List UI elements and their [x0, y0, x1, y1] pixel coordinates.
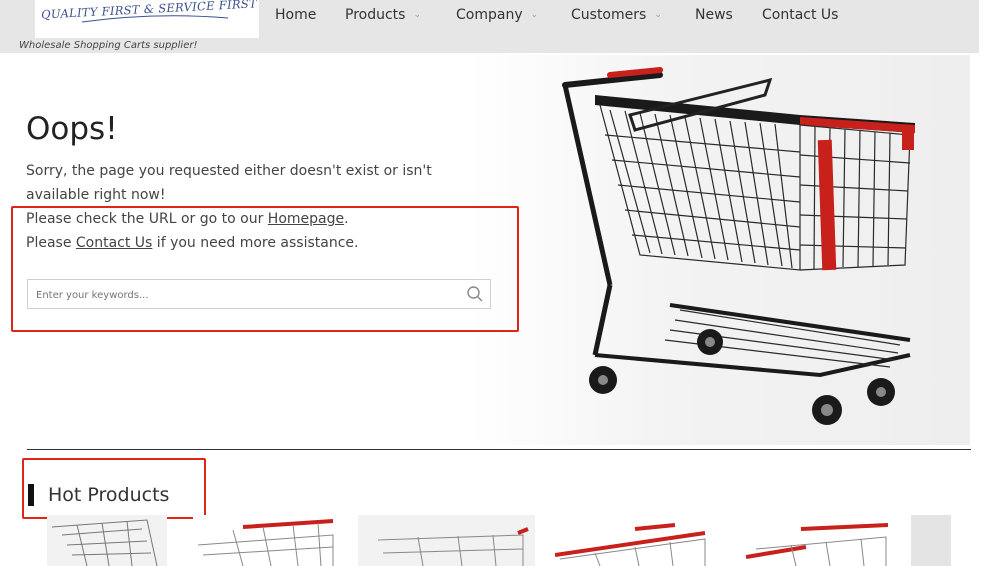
chevron-down-icon: ⌄: [654, 10, 662, 20]
nav-news-label: News: [695, 7, 733, 23]
cart-thumbnail-image: [555, 523, 706, 566]
nav-home-label: Home: [275, 7, 317, 23]
nav-home[interactable]: Home: [275, 7, 316, 23]
chevron-down-icon: ⌄: [530, 10, 539, 20]
nav-products-label: Products: [345, 7, 406, 23]
product-thumbnail[interactable]: [555, 515, 710, 566]
cart-thumbnail-image: [377, 527, 529, 566]
highlight-box-contact: [11, 206, 519, 332]
product-thumbnail[interactable]: [47, 515, 167, 566]
cart-thumbnail-image: [51, 519, 158, 566]
highlight-box-hot-products: [22, 458, 206, 519]
nav-products[interactable]: Products ⌄: [345, 7, 421, 23]
product-thumbnail[interactable]: [193, 515, 338, 566]
nav-customers-label: Customers: [571, 7, 647, 23]
section-divider: [27, 449, 971, 450]
shopping-cart-image: [562, 67, 915, 425]
nav-news[interactable]: News: [695, 7, 733, 23]
site-tagline: Wholesale Shopping Carts supplier!: [19, 40, 198, 51]
nav-contact-us[interactable]: Contact Us: [762, 7, 838, 23]
product-thumbnail[interactable]: [911, 515, 951, 566]
hero-image: [470, 55, 970, 445]
product-thumbnail[interactable]: [358, 515, 535, 566]
cart-thumbnail-image: [197, 519, 334, 566]
cart-thumbnail-image: [746, 523, 889, 566]
site-header: QUALITY FIRST & SERVICE FIRST Wholesale …: [0, 0, 979, 53]
nav-contact-label: Contact Us: [762, 7, 839, 23]
nav-customers[interactable]: Customers ⌄: [571, 7, 662, 23]
nav-company-label: Company: [456, 7, 523, 23]
logo[interactable]: QUALITY FIRST & SERVICE FIRST: [35, 0, 259, 38]
logo-swoosh-icon: [81, 15, 229, 23]
nav-company[interactable]: Company ⌄: [456, 7, 538, 23]
product-thumbnail[interactable]: [746, 515, 891, 566]
page-title: Oops!: [26, 111, 118, 147]
error-line-1: Sorry, the page you requested either doe…: [26, 163, 432, 203]
chevron-down-icon: ⌄: [413, 10, 421, 20]
